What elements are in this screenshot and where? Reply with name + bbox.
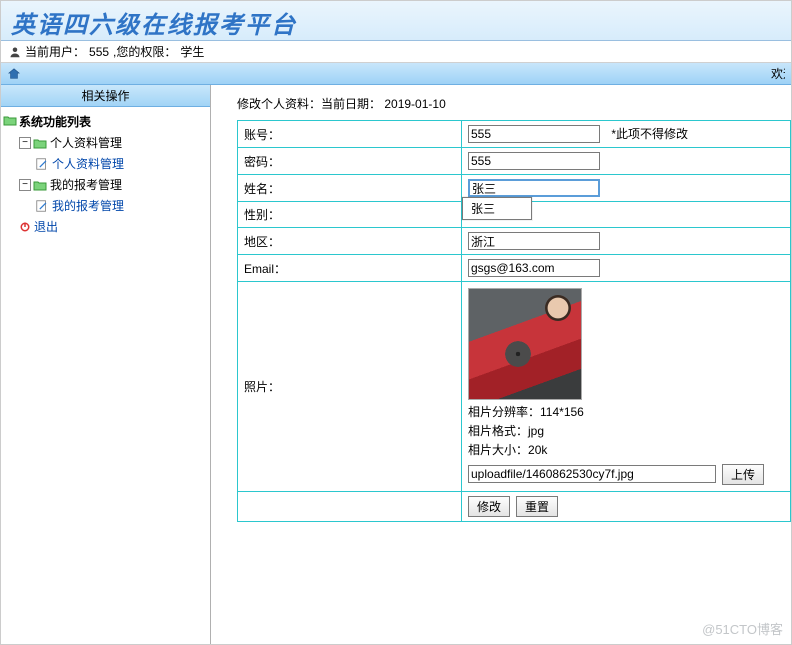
label-photo: 照片： [244,380,280,394]
welcome-text: 欢迎 [771,65,785,82]
edit-icon [35,157,49,171]
label-password: 密码： [244,155,280,169]
page-heading-prefix: 修改个人资料：当前日期： [237,97,381,111]
submit-button[interactable]: 修改 [468,496,510,517]
photo-preview [468,288,582,400]
photo-path-field[interactable] [468,465,716,483]
tree-item-label: 个人资料管理 [52,155,124,172]
folder-open-icon [33,137,47,149]
app-title-text: 英语四六级在线报考平台 [11,12,297,39]
photo-size-value: 20k [528,443,547,457]
app-title: 英语四六级在线报考平台 [1,1,791,41]
folder-open-icon [3,114,17,126]
tree-group-label: 我的报考管理 [50,176,122,193]
label-region: 地区： [244,235,280,249]
autocomplete-option[interactable]: 张三 [471,202,495,216]
photo-info: 相片分辨率：114*156 相片格式：jpg 相片大小：20k [468,403,784,461]
account-note: *此项不得修改 [611,127,688,141]
user-icon [9,46,21,58]
tree-group-exam[interactable]: − 我的报考管理 [3,174,208,195]
sidebar: 相关操作 系统功能列表 − 个人资料管理 个人资料管理 [1,85,211,645]
home-icon[interactable] [7,67,21,81]
watermark: @51CTO博客 [702,619,783,638]
page-heading-date: 2019-01-10 [384,97,445,111]
sidebar-panel-title-text: 相关操作 [81,87,129,104]
edit-icon [35,199,49,213]
tree-root: 系统功能列表 [3,111,208,132]
label-email: Email： [244,262,286,276]
collapse-icon[interactable]: − [19,179,31,191]
user-name: 555 [89,45,109,59]
account-field[interactable] [468,125,600,143]
region-field[interactable] [468,232,600,250]
label-account: 账号： [244,128,280,142]
tree-item-exam-manage[interactable]: 我的报考管理 [3,195,208,216]
profile-form: 账号： *此项不得修改 密码： 姓名： 张三 [237,120,791,522]
user-bar: 当前用户： 555 ,您的权限： 学生 [1,41,791,63]
password-field[interactable] [468,152,600,170]
main-content: 修改个人资料：当前日期： 2019-01-10 账号： *此项不得修改 密码： [211,85,791,645]
tree-item-label: 退出 [34,218,58,235]
tree-item-exit[interactable]: 退出 [3,216,208,237]
tree-item-personal-edit[interactable]: 个人资料管理 [3,153,208,174]
upload-button[interactable]: 上传 [722,464,764,485]
label-gender: 性别： [244,208,280,222]
photo-fmt-value: jpg [528,424,544,438]
tree-group-personal[interactable]: − 个人资料管理 [3,132,208,153]
folder-open-icon [33,179,47,191]
page-heading: 修改个人资料：当前日期： 2019-01-10 [237,95,791,112]
tree-group-label: 个人资料管理 [50,134,122,151]
reset-button[interactable]: 重置 [516,496,558,517]
user-role: 学生 [180,43,204,60]
tree-root-label: 系统功能列表 [19,115,91,129]
breadcrumb-bar: 欢迎 [1,63,791,85]
photo-res-value: 114*156 [540,405,584,419]
collapse-icon[interactable]: − [19,137,31,149]
label-name: 姓名： [244,182,280,196]
photo-size-label: 相片大小： [468,443,528,457]
photo-res-label: 相片分辨率： [468,405,540,419]
name-field[interactable] [468,179,600,197]
nav-tree: 系统功能列表 − 个人资料管理 个人资料管理 − [1,107,210,241]
sidebar-panel-title: 相关操作 [1,85,210,107]
name-autocomplete[interactable]: 张三 [462,197,532,220]
tree-item-label: 我的报考管理 [52,197,124,214]
power-icon [19,221,31,233]
email-field[interactable] [468,259,600,277]
photo-fmt-label: 相片格式： [468,424,528,438]
user-prefix: 当前用户： [25,43,85,60]
user-role-prefix: ,您的权限： [113,43,176,60]
